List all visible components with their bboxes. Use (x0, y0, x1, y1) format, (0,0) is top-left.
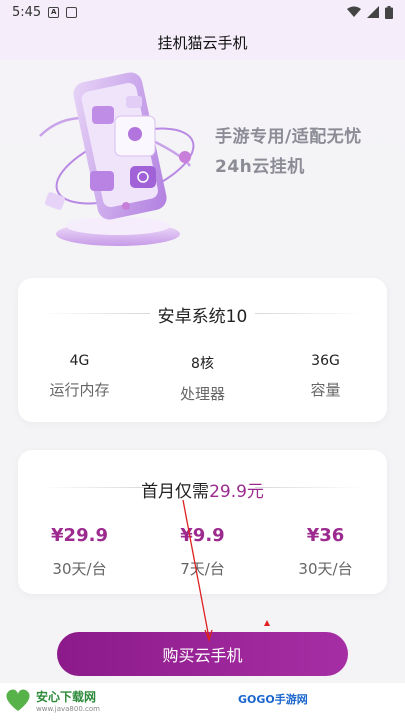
plan-option[interactable]: ¥29.9 30天/台 (18, 525, 141, 579)
spec-value: 8核 (191, 356, 214, 372)
slogan-line-2: 24h云挂机 (215, 157, 305, 177)
spec-item-ram: 4G 运行内存 (18, 353, 141, 404)
spec-value: 36G (311, 353, 340, 369)
plan-period: 30天/台 (52, 560, 107, 578)
app-header: 挂机猫云手机 (0, 24, 405, 60)
plan-price: ¥9.9 (180, 525, 225, 546)
status-bar: 5:45 A (0, 0, 405, 24)
watermark-right: GOGO手游网 (238, 693, 308, 706)
plan-option[interactable]: ¥36 30天/台 (264, 525, 387, 579)
watermark-left-name: 安心下载网 (36, 689, 97, 704)
slogan-line-1: 手游专用/适配无忧 (215, 127, 362, 147)
watermark-left-url: www.java800.com (36, 704, 100, 713)
price-title-prefix: 首月仅需 (141, 482, 210, 502)
watermark-bar: 安心下载网 www.java800.com GOGO手游网 (0, 683, 405, 721)
plan-list: ¥29.9 30天/台 ¥9.9 7天/台 ¥36 30天/台 (18, 525, 387, 579)
hero-slogan: 手游专用/适配无忧 24h云挂机 (215, 122, 362, 182)
price-title-amount: 29.9元 (209, 482, 264, 502)
spec-item-cpu: 8核 处理器 (141, 353, 264, 404)
spec-title: 安卓系统10 (157, 307, 248, 327)
hero-banner: 手游专用/适配无忧 24h云挂机 (0, 60, 405, 265)
spec-label: 处理器 (179, 385, 225, 403)
notification-card-icon (66, 6, 78, 18)
cloud-phone-illustration-icon (39, 72, 195, 246)
page-title: 挂机猫云手机 (157, 33, 248, 52)
battery-icon (385, 5, 393, 19)
plan-period: 7天/台 (180, 560, 225, 578)
wifi-icon (347, 6, 361, 17)
notification-a-icon: A (48, 6, 60, 18)
spec-label: 容量 (310, 381, 341, 399)
plan-price: ¥36 (306, 525, 345, 546)
plan-option[interactable]: ¥9.9 7天/台 (141, 525, 264, 579)
heart-logo-icon (6, 689, 30, 711)
buy-cloud-phone-button[interactable]: 购买云手机 (57, 632, 348, 676)
spec-label: 运行内存 (49, 381, 110, 399)
status-time: 5:45 (12, 4, 42, 20)
spec-item-storage: 36G 容量 (264, 353, 387, 404)
price-title: 首月仅需29.9元 (18, 477, 387, 502)
spec-value: 4G (69, 353, 90, 369)
watermark-left: 安心下载网 www.java800.com (4, 687, 100, 713)
price-card: 首月仅需29.9元 ¥29.9 30天/台 ¥9.9 7天/台 ¥36 30天/… (18, 450, 387, 594)
signal-icon (367, 6, 379, 18)
plan-price: ¥29.9 (51, 525, 108, 546)
spec-card: 安卓系统10 4G 运行内存 8核 处理器 36G 容量 (18, 278, 387, 422)
plan-period: 30天/台 (298, 560, 353, 578)
spec-list: 4G 运行内存 8核 处理器 36G 容量 (18, 353, 387, 404)
